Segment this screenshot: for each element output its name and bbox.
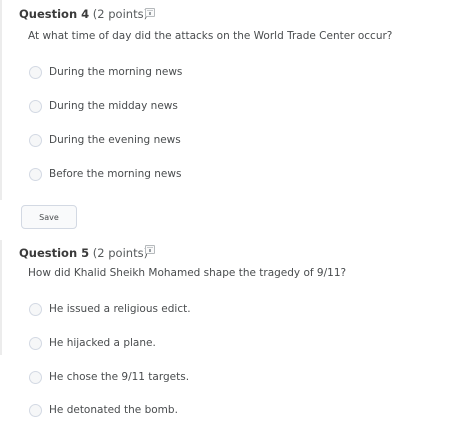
question-5-option-4[interactable]: He detonated the bomb. (29, 401, 178, 419)
question-5-header: Question 5 (2 points) (19, 246, 148, 260)
question-4-header: Question 4 (2 points) (19, 7, 148, 21)
question-4-option-4[interactable]: Before the morning news (29, 165, 181, 183)
question-5-prompt: How did Khalid Sheikh Mohamed shape the … (28, 267, 347, 279)
option-label: He detonated the bomb. (49, 404, 178, 416)
option-label: During the morning news (49, 66, 183, 78)
radio-button[interactable] (29, 370, 42, 384)
option-label: He chose the 9/11 targets. (49, 371, 190, 383)
radio-button[interactable] (29, 99, 42, 113)
question-4-prompt: At what time of day did the attacks on t… (28, 30, 393, 42)
question-5-option-1[interactable]: He issued a religious edict. (29, 300, 191, 318)
question-5-option-3[interactable]: He chose the 9/11 targets. (29, 368, 189, 386)
question-5-option-2[interactable]: He hijacked a plane. (29, 334, 156, 352)
radio-button[interactable] (29, 167, 42, 181)
question-4-option-3[interactable]: During the evening news (29, 131, 181, 149)
option-label: Before the morning news (49, 168, 182, 180)
bookmark-flag-icon[interactable] (145, 8, 155, 17)
question-5-left-border (0, 240, 2, 355)
question-4-left-border (0, 0, 2, 200)
radio-button[interactable] (29, 302, 42, 316)
radio-button[interactable] (29, 65, 42, 79)
question-4-points: (2 points) (92, 7, 149, 21)
question-4-option-1[interactable]: During the morning news (29, 63, 182, 81)
question-5-points: (2 points) (92, 246, 149, 260)
save-button[interactable]: Save (21, 205, 77, 229)
option-label: During the evening news (49, 134, 181, 146)
radio-button[interactable] (29, 336, 42, 350)
option-label: He issued a religious edict. (49, 303, 191, 315)
question-5-number: Question 5 (19, 246, 90, 260)
question-4-number: Question 4 (19, 7, 90, 21)
bookmark-flag-icon[interactable] (145, 245, 155, 254)
radio-button[interactable] (29, 133, 42, 147)
option-label: He hijacked a plane. (49, 337, 156, 349)
question-4-option-2[interactable]: During the midday news (29, 97, 178, 115)
radio-button[interactable] (29, 403, 42, 417)
option-label: During the midday news (49, 100, 178, 112)
